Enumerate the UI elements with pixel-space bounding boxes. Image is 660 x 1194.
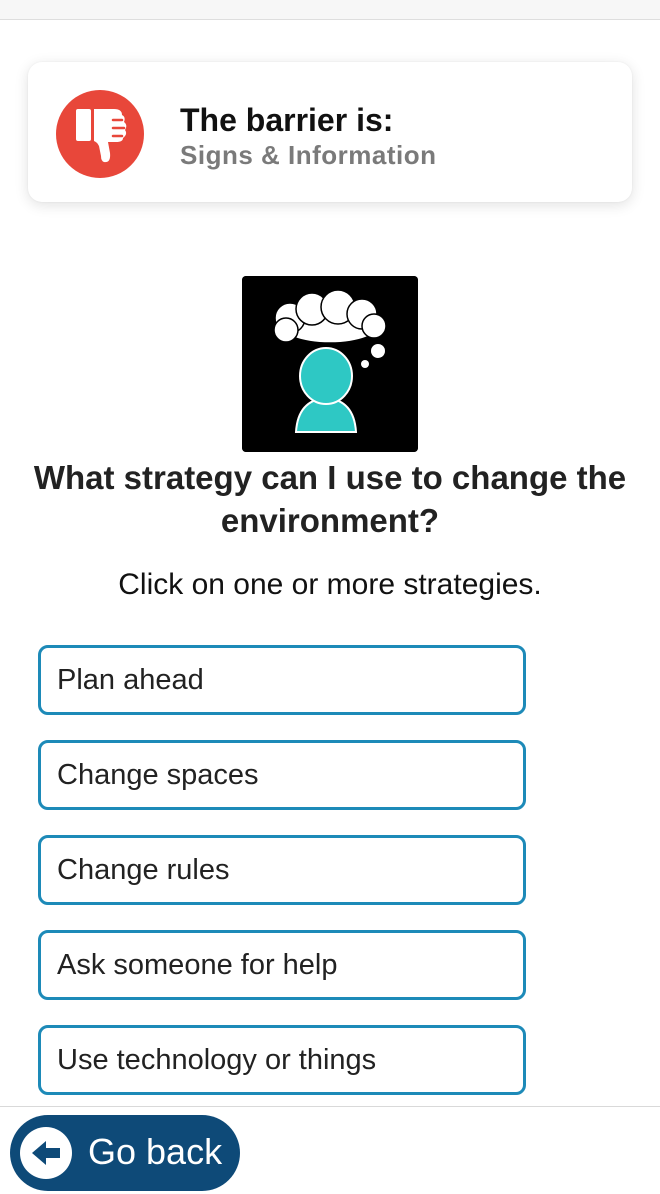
thinking-person-icon	[242, 276, 418, 452]
option-ask-for-help[interactable]: Ask someone for help	[38, 930, 526, 1000]
barrier-card: The barrier is: Signs & Information	[28, 62, 632, 202]
option-plan-ahead[interactable]: Plan ahead	[38, 645, 526, 715]
go-back-label: Go back	[88, 1131, 223, 1172]
bottom-bar: Go back	[0, 1106, 660, 1194]
arrow-left-circle-icon	[20, 1127, 72, 1179]
go-back-button[interactable]: Go back	[10, 1115, 240, 1191]
strategy-page: The barrier is: Signs & Information What…	[0, 0, 660, 1194]
option-use-technology[interactable]: Use technology or things	[38, 1025, 526, 1095]
option-change-spaces[interactable]: Change spaces	[38, 740, 526, 810]
top-bar	[0, 0, 660, 20]
instruction-text: Click on one or more strategies.	[118, 568, 542, 601]
barrier-title: The barrier is:	[180, 102, 394, 138]
barrier-name: Signs & Information	[180, 140, 437, 170]
question-heading: What strategy can I use to change the en…	[33, 459, 627, 539]
option-change-rules[interactable]: Change rules	[38, 835, 526, 905]
thumbs-down-icon	[56, 90, 144, 178]
